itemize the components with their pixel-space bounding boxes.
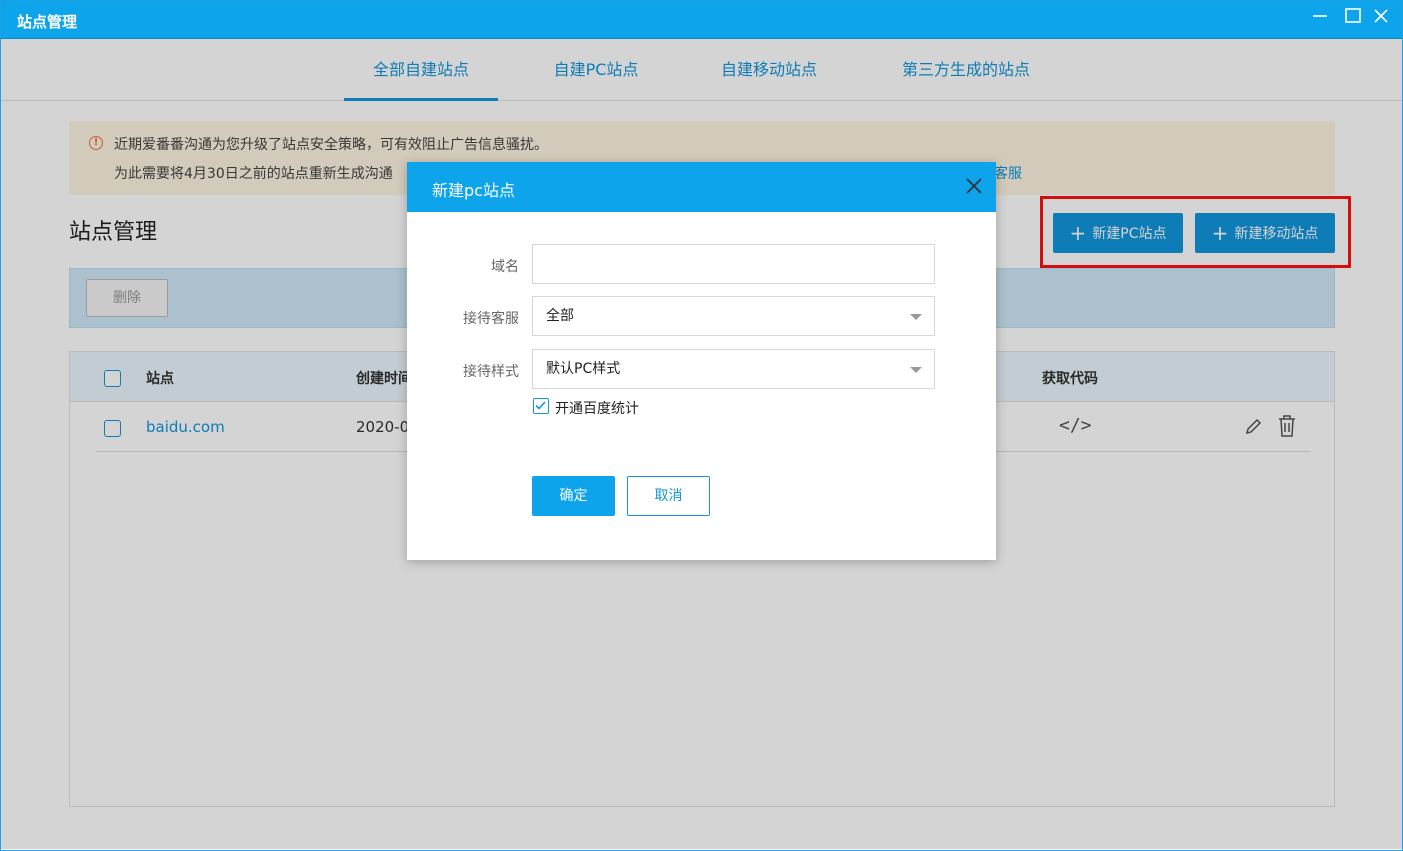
style-select-value: 默认PC样式 bbox=[546, 361, 621, 377]
baidu-stats-checkbox[interactable] bbox=[533, 398, 549, 414]
style-select[interactable]: 默认PC样式 bbox=[532, 349, 935, 389]
confirm-button[interactable]: 确定 bbox=[532, 476, 615, 516]
close-window-icon[interactable] bbox=[1369, 7, 1393, 33]
close-icon[interactable] bbox=[963, 175, 985, 197]
baidu-stats-label[interactable]: 开通百度统计 bbox=[555, 398, 639, 418]
dialog-title: 新建pc站点 bbox=[432, 181, 515, 200]
window-title: 站点管理 bbox=[17, 13, 78, 31]
dialog-header: 新建pc站点 bbox=[407, 162, 996, 212]
minimize-icon[interactable] bbox=[1308, 7, 1332, 33]
service-label: 接待客服 bbox=[463, 311, 519, 327]
domain-label: 域名 bbox=[491, 259, 519, 275]
style-label: 接待样式 bbox=[463, 364, 519, 380]
maximize-icon[interactable] bbox=[1341, 7, 1365, 33]
service-select-value: 全部 bbox=[546, 308, 574, 324]
cancel-button[interactable]: 取消 bbox=[627, 476, 710, 516]
new-pc-site-dialog: 新建pc站点 域名 接待客服 全部 接待样式 默认PC样式 开通百度统计 确定 … bbox=[407, 162, 996, 560]
service-select[interactable]: 全部 bbox=[532, 296, 935, 336]
chevron-down-icon bbox=[910, 314, 922, 320]
chevron-down-icon bbox=[910, 367, 922, 373]
domain-input[interactable] bbox=[532, 244, 935, 284]
title-bar: 站点管理 bbox=[1, 1, 1402, 39]
